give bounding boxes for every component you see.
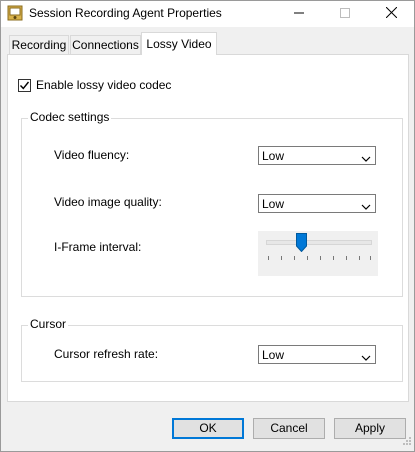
enable-lossy-label: Enable lossy video codec (36, 78, 172, 92)
video-quality-label: Video image quality: (54, 195, 162, 209)
title-bar[interactable]: Session Recording Agent Properties (1, 1, 414, 27)
slider-tick (346, 256, 347, 260)
slider-track (266, 240, 372, 245)
enable-lossy-checkbox[interactable] (18, 78, 31, 92)
slider-tick (370, 256, 371, 260)
slider-tick (320, 256, 321, 260)
maximize-icon (340, 7, 350, 21)
checkmark-icon (19, 81, 30, 89)
chevron-down-icon (361, 351, 371, 365)
chevron-down-icon (361, 200, 371, 214)
video-fluency-label: Video fluency: (54, 148, 130, 162)
close-icon (385, 6, 397, 21)
cursor-refresh-label: Cursor refresh rate: (54, 347, 159, 361)
maximize-button[interactable] (322, 1, 368, 27)
properties-window: Session Recording Agent Properties Recor… (0, 0, 415, 452)
cursor-refresh-value: Low (262, 348, 285, 362)
lossy-video-panel: Enable lossy video codec Codec settings … (7, 54, 409, 402)
video-quality-value: Low (262, 197, 285, 211)
slider-tick (333, 256, 334, 260)
codec-settings-legend: Codec settings (28, 110, 112, 124)
tab-strip: Recording Connections Lossy Video (1, 27, 414, 55)
cursor-refresh-select[interactable]: Low (258, 345, 376, 364)
slider-tick (294, 256, 295, 260)
ok-button[interactable]: OK (172, 418, 244, 439)
iframe-interval-label: I-Frame interval: (54, 240, 142, 254)
minimize-icon (294, 7, 304, 21)
codec-settings-group: Codec settings Video fluency: Low Video … (21, 110, 403, 297)
slider-tick (307, 256, 308, 260)
slider-tick (359, 256, 360, 260)
video-quality-select[interactable]: Low (258, 194, 376, 213)
chevron-down-icon (361, 152, 371, 166)
app-icon (7, 5, 23, 21)
minimize-button[interactable] (276, 1, 322, 27)
slider-thumb[interactable] (296, 233, 307, 255)
window-title: Session Recording Agent Properties (29, 6, 222, 20)
tab-lossy-video[interactable]: Lossy Video (141, 32, 217, 55)
resize-grip-icon[interactable] (402, 435, 412, 449)
video-fluency-select[interactable]: Low (258, 146, 376, 165)
tab-recording[interactable]: Recording (9, 35, 69, 55)
close-button[interactable] (368, 1, 414, 27)
slider-tick (281, 256, 282, 260)
apply-button[interactable]: Apply (334, 418, 406, 439)
dialog-button-bar: OK Cancel Apply (1, 406, 414, 451)
iframe-interval-slider[interactable] (258, 231, 378, 276)
tab-connections[interactable]: Connections (70, 35, 141, 55)
slider-tick (268, 256, 269, 260)
cursor-group: Cursor Cursor refresh rate: Low (21, 317, 403, 382)
video-fluency-value: Low (262, 149, 285, 163)
enable-lossy-row[interactable]: Enable lossy video codec (18, 77, 171, 93)
cursor-legend: Cursor (28, 317, 69, 331)
cancel-button[interactable]: Cancel (253, 418, 325, 439)
